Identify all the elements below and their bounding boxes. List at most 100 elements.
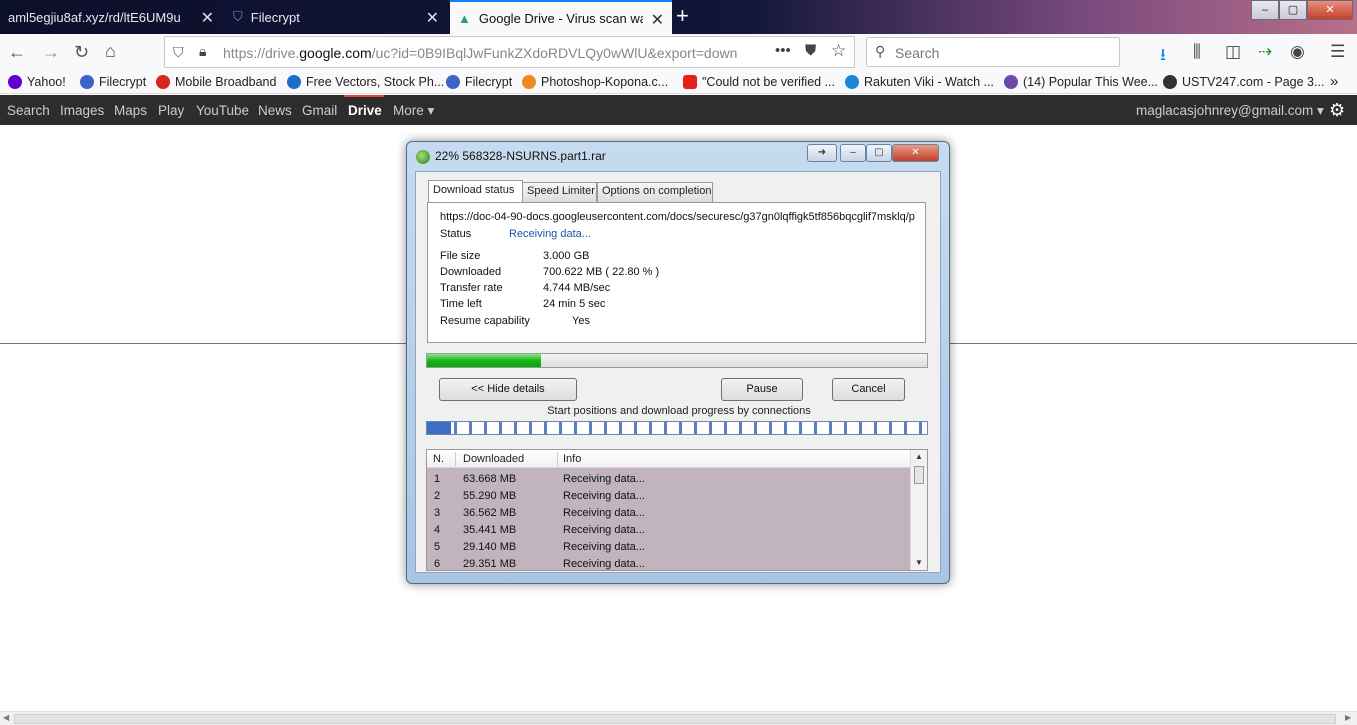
bookmark-label: USTV247.com - Page 3... [1182, 75, 1325, 89]
google-link-news[interactable]: News [258, 103, 292, 118]
google-link-maps[interactable]: Maps [114, 103, 147, 118]
popular-icon [1004, 75, 1018, 89]
hide-details-button[interactable]: << Hide details [439, 378, 577, 401]
bookmark-item[interactable]: USTV247.com - Page 3... [1163, 75, 1324, 89]
google-link-search[interactable]: Search [7, 103, 50, 118]
table-header: N. Downloaded Info [427, 450, 911, 468]
minimize-to-tray-button[interactable]: ➜ [807, 144, 837, 162]
maximize-window-button[interactable]: ▢ [1279, 0, 1307, 20]
bookmark-item[interactable]: (14) Popular This Wee... [1004, 75, 1158, 89]
bookmark-item[interactable]: Filecrypt [80, 75, 146, 89]
lock-icon: 🔒︎ [199, 43, 207, 59]
bookmark-label: Free Vectors, Stock Ph... [306, 75, 445, 89]
menu-icon[interactable]: ☰ [1330, 42, 1345, 62]
scroll-down-arrow-icon[interactable]: ▼ [915, 558, 923, 567]
table-row[interactable]: 6 29.351 MB Receiving data... [427, 556, 911, 570]
dialog-title: 22% 568328-NSURNS.part1.rar [435, 149, 606, 163]
dialog-minimize-button[interactable]: – [840, 144, 866, 162]
forward-arrow-icon[interactable]: → [42, 42, 60, 63]
table-row[interactable]: 3 36.562 MB Receiving data... [427, 505, 911, 522]
bookmark-item[interactable]: Mobile Broadband [156, 75, 276, 89]
dialog-maximize-button[interactable]: ▢ [866, 144, 892, 162]
cancel-button[interactable]: Cancel [832, 378, 905, 401]
tab-download-status[interactable]: Download status [428, 180, 523, 203]
extension-icon[interactable]: ⇢ [1258, 42, 1272, 62]
scrollbar-thumb[interactable] [914, 466, 924, 484]
download-status-pane: https://doc-04-90-docs.googleusercontent… [427, 202, 926, 343]
drive-active-indicator [344, 95, 384, 97]
close-tab-icon[interactable]: ✕ [426, 8, 439, 28]
connections-table: N. Downloaded Info 1 63.668 MB Receiving d… [426, 449, 928, 571]
dialog-close-button[interactable]: ✕ [892, 144, 939, 162]
google-link-more[interactable]: More ▾ [393, 103, 434, 119]
bookmark-item[interactable]: Yahoo! [8, 75, 66, 89]
browser-tab-active[interactable]: ▲ Google Drive - Virus scan warni ✕ [450, 0, 672, 34]
connections-progress-bar [426, 421, 928, 435]
connection-downloaded: 55.290 MB [463, 490, 517, 502]
shield-icon [446, 75, 460, 89]
tab-options-on-completion[interactable]: Options on completion [597, 182, 713, 202]
browser-tab[interactable]: ⛉ Filecrypt ✕ [225, 0, 447, 34]
close-window-button[interactable]: ✕ [1307, 0, 1353, 20]
search-input[interactable]: ⚲ Search [866, 37, 1120, 67]
download-url: https://doc-04-90-docs.googleusercontent… [440, 211, 915, 223]
reload-icon[interactable]: ↻ [74, 42, 89, 63]
bookmark-item[interactable]: Rakuten Viki - Watch ... [845, 75, 994, 89]
gear-icon[interactable]: ⚙ [1329, 100, 1345, 121]
back-arrow-icon[interactable]: ← [8, 42, 26, 63]
library-icon[interactable]: ⫼ [1193, 42, 1201, 62]
google-link-drive[interactable]: Drive [348, 103, 382, 118]
url-path: /uc?id=0B9IBqlJwFunkZXdoRDVLQy0wWlU&expo… [371, 45, 738, 61]
bookmark-item[interactable]: Photoshop-Kopona.c... [522, 75, 668, 89]
more-bookmarks-chevron-icon[interactable]: » [1330, 73, 1338, 90]
table-row[interactable]: 5 29.140 MB Receiving data... [427, 539, 911, 556]
pocket-icon[interactable]: ⛊ [805, 42, 816, 59]
yahoo-icon [8, 75, 22, 89]
column-header-downloaded[interactable]: Downloaded [463, 453, 524, 465]
time-left-value: 24 min 5 sec [543, 298, 606, 310]
new-tab-plus-icon[interactable]: + [676, 3, 689, 29]
horizontal-scrollbar[interactable]: ◀ ▶ [0, 711, 1357, 725]
google-link-play[interactable]: Play [158, 103, 184, 118]
tab-strip: aml5egjiu8af.xyz/rd/ltE6UM9u ✕ ⛉ Filecry… [0, 0, 1357, 34]
url-bar[interactable]: ⛉ 🔒︎ https://drive.google.com/uc?id=0B9I… [164, 36, 855, 68]
account-icon[interactable]: ◉ [1290, 42, 1305, 62]
table-row[interactable]: 1 63.668 MB Receiving data... [427, 471, 911, 488]
tab-speed-limiter[interactable]: Speed Limiter [522, 182, 597, 202]
bookmark-label: Rakuten Viki - Watch ... [864, 75, 994, 89]
bookmark-star-icon[interactable]: ☆ [831, 41, 846, 61]
close-tab-icon[interactable]: ✕ [201, 8, 214, 28]
pause-button[interactable]: Pause [721, 378, 803, 401]
page-actions-icon[interactable]: ••• [775, 42, 791, 59]
bookmark-label: "Could not be verified ... [702, 75, 835, 89]
google-link-gmail[interactable]: Gmail [302, 103, 337, 118]
bookmark-label: Filecrypt [99, 75, 147, 89]
connection-number: 6 [434, 558, 441, 570]
bookmark-item[interactable]: "Could not be verified ... [683, 75, 835, 89]
home-icon[interactable]: ⌂ [105, 41, 116, 62]
google-link-youtube[interactable]: YouTube [196, 103, 249, 118]
bookmarks-toolbar: Yahoo! Filecrypt Mobile Broadband Free V… [0, 72, 1357, 94]
column-header-info[interactable]: Info [563, 453, 581, 465]
scroll-up-arrow-icon[interactable]: ▲ [915, 452, 923, 461]
table-scrollbar[interactable]: ▲ ▼ [910, 450, 927, 570]
table-row[interactable]: 4 35.441 MB Receiving data... [427, 522, 911, 539]
account-email[interactable]: maglacasjohnrey@gmail.com ▾ [1136, 103, 1324, 119]
connection-info: Receiving data... [563, 490, 645, 502]
time-left-label: Time left [440, 298, 482, 310]
sidebar-icon[interactable]: ◫ [1225, 42, 1241, 62]
column-header-n[interactable]: N. [433, 453, 444, 465]
minimize-window-button[interactable]: – [1251, 0, 1279, 20]
download-icon[interactable]: ⭳ [1160, 42, 1166, 71]
scroll-right-arrow-icon[interactable]: ▶ [1345, 713, 1351, 722]
status-label: Status [440, 228, 472, 240]
google-link-images[interactable]: Images [60, 103, 104, 118]
browser-tab[interactable]: aml5egjiu8af.xyz/rd/ltE6UM9u ✕ [0, 0, 222, 34]
scrollbar-thumb[interactable] [14, 714, 1336, 724]
table-row[interactable]: 2 55.290 MB Receiving data... [427, 488, 911, 505]
scroll-left-arrow-icon[interactable]: ◀ [3, 713, 9, 722]
close-tab-icon[interactable]: ✕ [651, 10, 664, 30]
bookmark-item[interactable]: Free Vectors, Stock Ph... [287, 75, 444, 89]
bookmark-item[interactable]: Filecrypt [446, 75, 512, 89]
connection-info: Receiving data... [563, 558, 645, 570]
